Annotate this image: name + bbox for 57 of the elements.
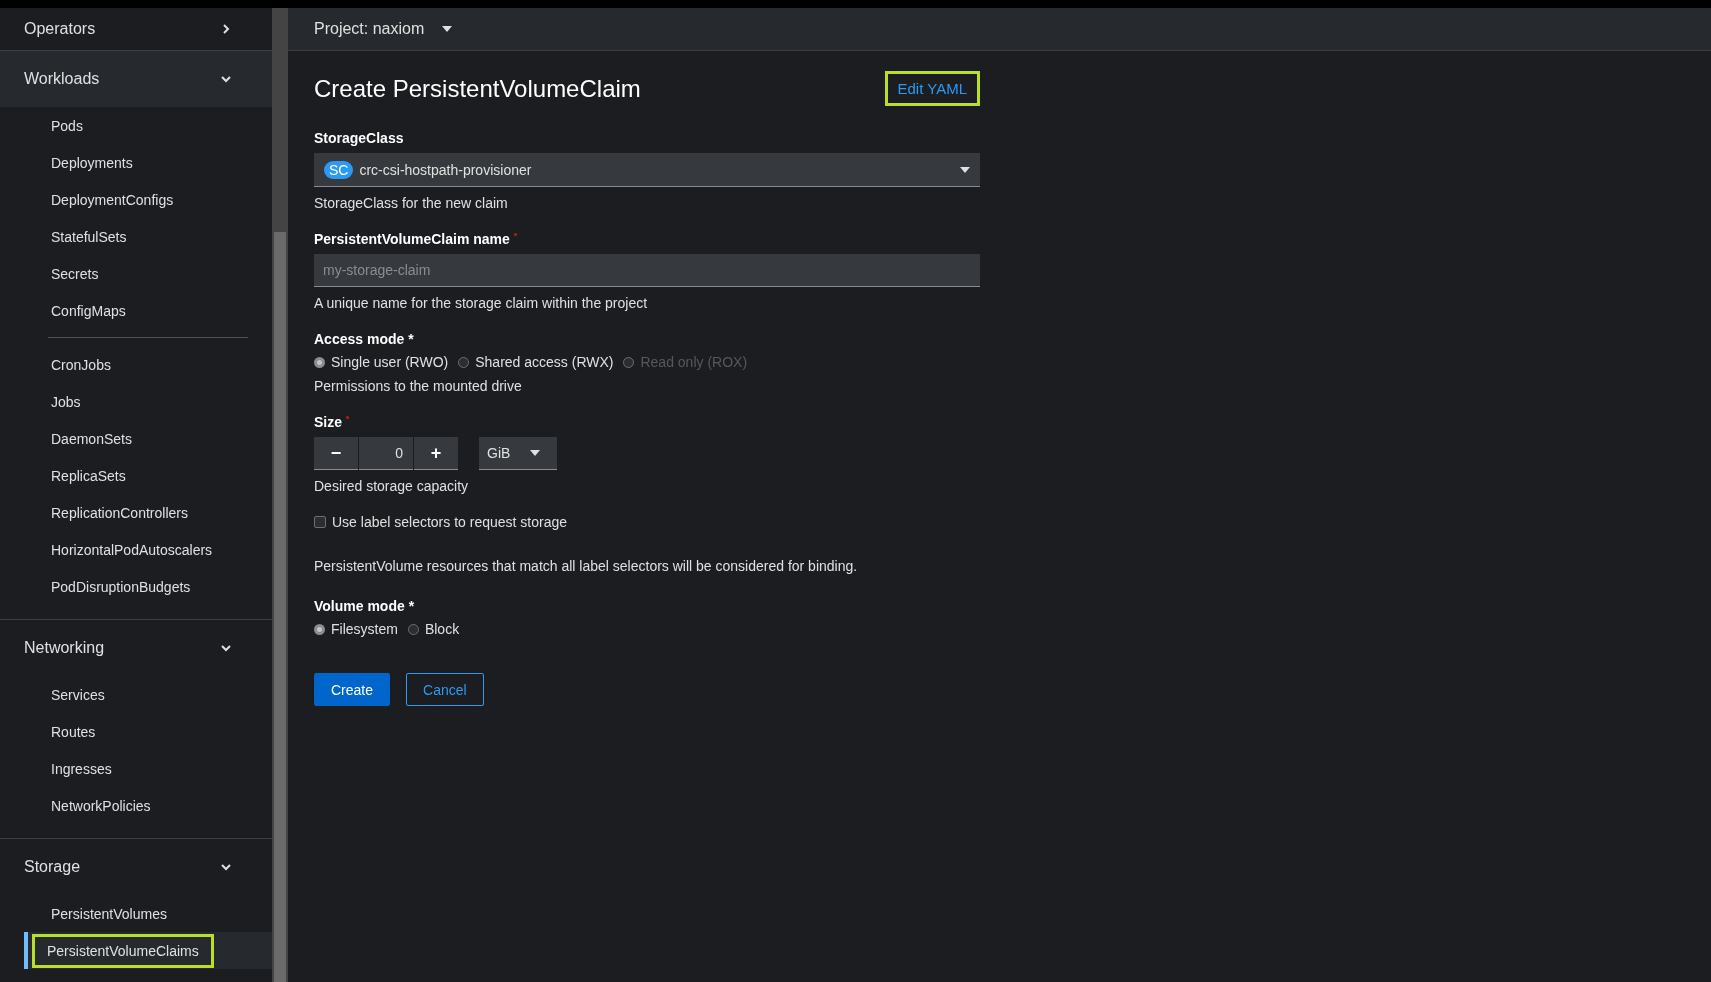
- nav-item[interactable]: CronJobs: [36, 347, 126, 382]
- nav-item[interactable]: DaemonSets: [36, 421, 147, 456]
- page-title: Create PersistentVolumeClaim: [314, 74, 641, 103]
- chevron-icon: [220, 23, 232, 35]
- caret-icon: [442, 26, 453, 32]
- storage-class-dropdown[interactable]: SC crc-csi-hostpath-provisioner: [314, 153, 980, 187]
- nav-section-toggle[interactable]: Storage: [0, 839, 272, 895]
- nav-item[interactable]: Routes: [36, 714, 111, 749]
- nav-item[interactable]: Services: [36, 677, 120, 712]
- radio-option[interactable]: Shared access (RWX): [458, 354, 614, 370]
- nav-item[interactable]: Secrets: [36, 256, 114, 291]
- claim-name-field[interactable]: my-storage-claim: [314, 254, 980, 287]
- cancel-button[interactable]: Cancel: [406, 673, 484, 706]
- help-text: Desired storage capacity: [314, 478, 470, 494]
- nav-item[interactable]: Deployments: [36, 145, 148, 180]
- field-label: Volume mode *: [314, 598, 416, 614]
- caret-icon: [960, 166, 970, 173]
- size-field[interactable]: 0: [359, 437, 413, 470]
- increment-button[interactable]: +: [414, 437, 458, 470]
- caret-icon: [530, 450, 541, 456]
- help-text: PersistentVolume resources that match all label selectors will be considered for binding.: [314, 558, 859, 574]
- help-text: Permissions to the mounted drive: [314, 378, 523, 394]
- field-label: Size: [314, 414, 342, 430]
- radio-option[interactable]: Single user (RWO): [314, 354, 449, 370]
- nav-item[interactable]: Ingresses: [36, 751, 127, 786]
- storage-class-badge: SC: [324, 160, 354, 179]
- create-button[interactable]: Create: [314, 673, 391, 706]
- chevron-icon: [220, 73, 232, 85]
- nav-item[interactable]: Jobs: [36, 384, 96, 419]
- radio-option[interactable]: Block: [407, 621, 460, 637]
- nav-item[interactable]: ReplicaSets: [36, 458, 141, 493]
- help-text: A unique name for the storage claim within the project: [314, 295, 649, 311]
- field-label: StorageClass: [314, 130, 405, 146]
- field-label: PersistentVolumeClaim name: [314, 231, 510, 247]
- unit-dropdown[interactable]: GiB: [479, 437, 557, 470]
- nav-item[interactable]: ReplicationControllers: [36, 495, 203, 530]
- chevron-icon: [220, 861, 232, 873]
- field-label: Access mode *: [314, 331, 415, 347]
- label-selectors-checkbox[interactable]: Use label selectors to request storage: [314, 514, 980, 530]
- nav-item[interactable]: HorizontalPodAutoscalers: [36, 532, 228, 567]
- scrollbar[interactable]: [272, 8, 288, 982]
- nav-item[interactable]: PersistentVolumes: [36, 896, 182, 931]
- nav-item[interactable]: NetworkPolicies: [36, 788, 166, 823]
- nav-item[interactable]: PersistentVolumeClaims: [32, 933, 214, 968]
- nav-item[interactable]: Pods: [36, 108, 98, 143]
- nav-item[interactable]: DeploymentConfigs: [36, 182, 189, 217]
- nav-item[interactable]: StatefulSets: [36, 219, 142, 254]
- project-dropdown[interactable]: Project: naxiom: [314, 20, 453, 38]
- nav-section-toggle[interactable]: Workloads: [0, 51, 272, 107]
- chevron-icon: [220, 642, 232, 654]
- nav-item[interactable]: PodDisruptionBudgets: [36, 569, 206, 604]
- nav-item[interactable]: ConfigMaps: [36, 293, 141, 328]
- radio-option[interactable]: Filesystem: [314, 621, 398, 637]
- decrement-button[interactable]: −: [314, 437, 358, 470]
- edit-yaml-link[interactable]: Edit YAML: [884, 71, 980, 106]
- nav-section-toggle[interactable]: Networking: [0, 620, 272, 676]
- help-text: StorageClass for the new claim: [314, 195, 509, 211]
